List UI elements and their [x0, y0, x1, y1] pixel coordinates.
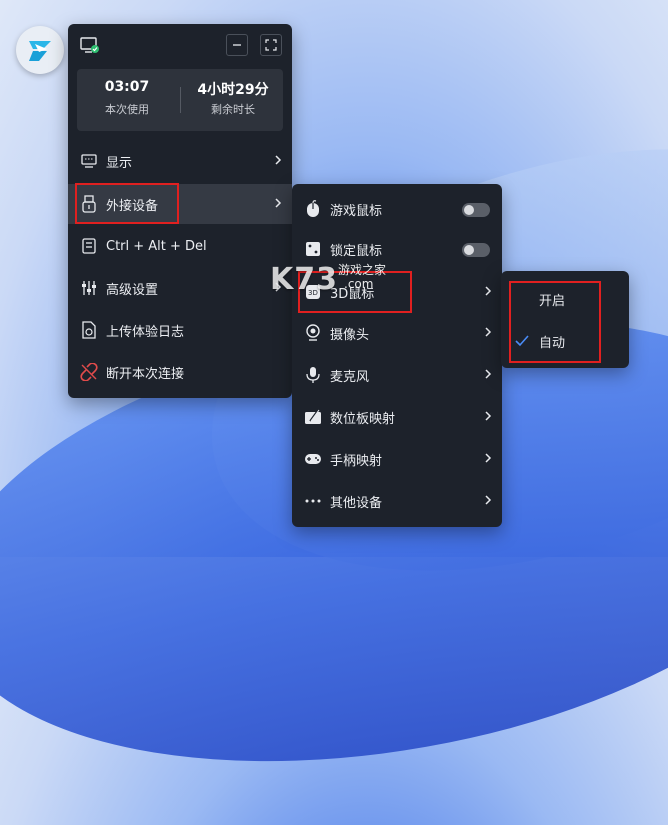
- camera-icon: [304, 324, 322, 342]
- menu-item-gamepad-mapping[interactable]: 手柄映射: [292, 439, 502, 479]
- disconnect-icon: [80, 363, 98, 381]
- app-logo-icon: [29, 41, 51, 61]
- menu-item-label: 上传体验日志: [106, 324, 185, 340]
- watermark-line1: 游戏之家: [338, 263, 387, 277]
- usage-time: 03:07: [104, 79, 150, 95]
- microphone-icon: [304, 366, 322, 384]
- remaining-label: 剩余时长: [211, 103, 255, 116]
- ctrl-alt-del-icon: [80, 237, 98, 255]
- chevron-right-icon: [485, 286, 492, 296]
- highlight-box-mouse-options: [509, 281, 601, 363]
- menu-item-tablet-mapping[interactable]: 数位板映射: [292, 397, 502, 437]
- chevron-right-icon: [275, 198, 282, 208]
- fullscreen-icon: [265, 39, 277, 51]
- menu-item-camera[interactable]: 摄像头: [292, 313, 502, 353]
- menu-item-disconnect[interactable]: 断开本次连接: [68, 352, 292, 392]
- chevron-right-icon: [485, 369, 492, 379]
- sliders-icon: [80, 279, 98, 297]
- app-logo[interactable]: [16, 26, 64, 74]
- tablet-icon: [304, 408, 322, 426]
- menu-item-label: 锁定鼠标: [330, 243, 383, 259]
- minimize-button[interactable]: [226, 34, 248, 56]
- more-icon: [304, 492, 322, 510]
- fullscreen-button[interactable]: [260, 34, 282, 56]
- menu-item-display[interactable]: 显示: [68, 141, 292, 181]
- minimize-icon: [233, 44, 241, 46]
- game-mouse-toggle[interactable]: [462, 203, 490, 217]
- chevron-right-icon: [485, 495, 492, 505]
- session-stats: 03:07 本次使用 4小时29分 剩余时长: [77, 69, 283, 131]
- monitor-status-icon: [80, 37, 99, 53]
- menu-item-advanced-settings[interactable]: 高级设置: [68, 268, 292, 308]
- menu-item-label: 高级设置: [106, 282, 159, 298]
- watermark-text: 游戏之家 .com: [338, 263, 386, 291]
- menu-item-label: 摄像头: [330, 327, 370, 343]
- remaining-time: 4小时29分: [197, 82, 269, 98]
- chevron-right-icon: [485, 453, 492, 463]
- remaining-stat: 4小时29分 剩余时长: [183, 79, 283, 117]
- chevron-right-icon: [485, 411, 492, 421]
- menu-item-game-mouse[interactable]: 游戏鼠标: [292, 189, 502, 229]
- chevron-right-icon: [275, 155, 282, 165]
- menu-item-label: 显示: [106, 155, 133, 171]
- menu-item-microphone[interactable]: 麦克风: [292, 355, 502, 395]
- menu-item-other-devices[interactable]: 其他设备: [292, 481, 502, 521]
- panel-header: [68, 24, 292, 68]
- menu-item-label: 麦克风: [330, 369, 370, 385]
- upload-log-icon: [80, 321, 98, 339]
- menu-item-label: 手柄映射: [330, 453, 383, 469]
- game-mouse-icon: [304, 200, 322, 218]
- menu-item-label: Ctrl + Alt + Del: [106, 238, 207, 254]
- usage-label: 本次使用: [105, 103, 149, 116]
- menu-item-upload-log[interactable]: 上传体验日志: [68, 310, 292, 350]
- watermark-line2: .com: [344, 277, 374, 291]
- display-icon: [80, 152, 98, 170]
- menu-item-ctrl-alt-del[interactable]: Ctrl + Alt + Del: [68, 226, 292, 266]
- gamepad-icon: [304, 450, 322, 468]
- stats-divider: [180, 87, 181, 113]
- chevron-right-icon: [485, 327, 492, 337]
- usage-stat: 03:07 本次使用: [77, 79, 177, 117]
- menu-item-label: 其他设备: [330, 495, 383, 511]
- menu-item-label: 游戏鼠标: [330, 203, 383, 219]
- highlight-box-external-devices: [75, 183, 179, 224]
- external-devices-submenu: 游戏鼠标 锁定鼠标 3D 3D鼠标 摄像头 麦克风 数位板映射 手柄映射 其他设…: [292, 184, 502, 527]
- menu-item-label: 数位板映射: [330, 411, 396, 427]
- menu-item-label: 断开本次连接: [106, 366, 185, 382]
- watermark-logo: K73: [270, 262, 338, 297]
- lock-mouse-toggle[interactable]: [462, 243, 490, 257]
- lock-mouse-icon: [304, 240, 322, 258]
